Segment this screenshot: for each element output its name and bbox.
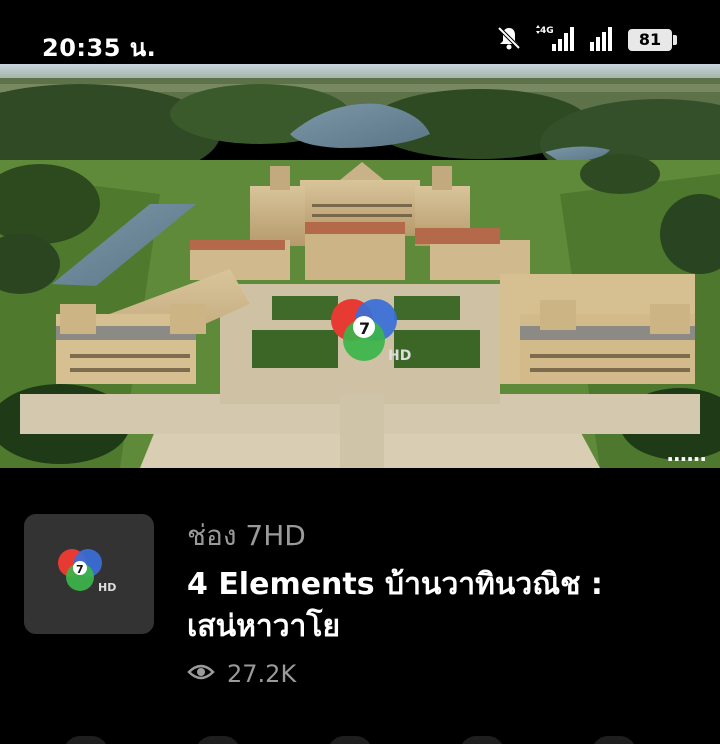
status-icons: 4G 81 — [496, 24, 677, 56]
channel-avatar[interactable]: 7 HD — [24, 514, 154, 634]
channel-name[interactable]: ช่อง 7HD — [187, 514, 306, 558]
svg-text:7: 7 — [76, 563, 84, 576]
hd-label: HD — [388, 348, 411, 364]
action-row-partial — [0, 736, 720, 744]
action-chip[interactable] — [592, 736, 636, 744]
channel-7hd-overlay-logo: 7 HD — [326, 294, 418, 370]
channel-7hd-logo-icon: 7 HD — [58, 549, 116, 594]
action-chip[interactable] — [64, 736, 108, 744]
status-bar: 20:35 น. 4G 81 — [0, 0, 720, 64]
video-title: 4 Elements บ้านวาทินวณิช : เสน่หาวาโย — [187, 567, 603, 644]
status-time: 20:35 น. — [42, 34, 157, 62]
battery-indicator: 81 — [628, 29, 677, 51]
action-chip[interactable] — [460, 736, 504, 744]
eye-icon — [187, 660, 215, 688]
action-chip[interactable] — [328, 736, 372, 744]
action-chip[interactable] — [196, 736, 240, 744]
mute-bell-icon — [496, 25, 522, 55]
more-dots-indicator[interactable]: ...... — [666, 444, 707, 464]
svg-text:7: 7 — [359, 319, 370, 338]
view-count: 27.2K — [187, 660, 296, 688]
hd-small-label: HD — [98, 581, 116, 594]
palace-aerial-image — [0, 64, 720, 468]
view-count-value: 27.2K — [227, 660, 297, 688]
signal-icon — [588, 24, 616, 56]
network-label: 4G — [540, 26, 554, 36]
video-thumbnail[interactable]: 7 HD ...... — [0, 64, 720, 468]
signal-4g-icon: 4G — [534, 24, 576, 56]
